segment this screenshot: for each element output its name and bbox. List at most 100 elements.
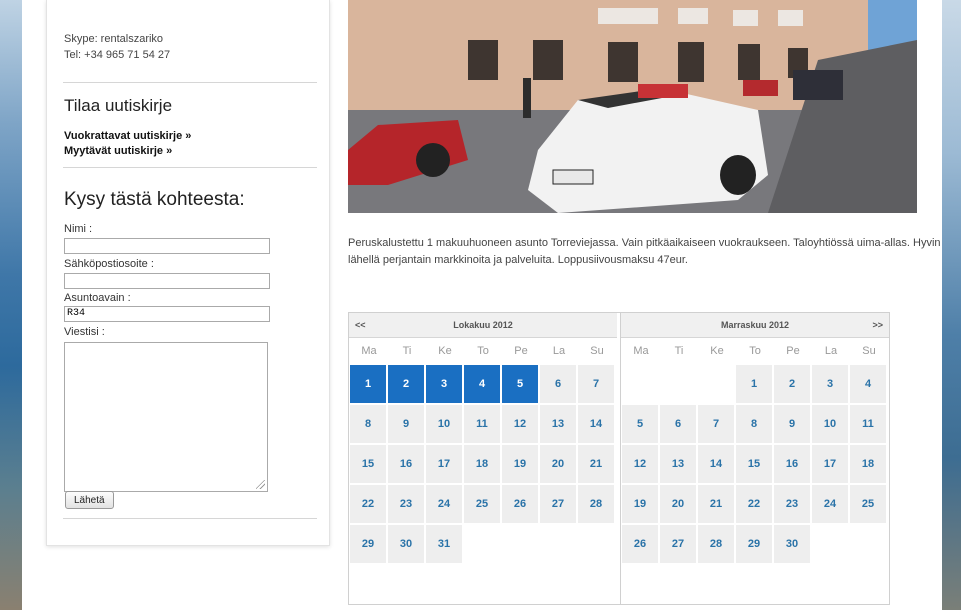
inquiry-title: Kysy tästä kohteesta: <box>64 189 245 210</box>
calendar-day[interactable]: 24 <box>812 485 848 523</box>
calendar-day[interactable]: 28 <box>698 525 734 563</box>
calendar-day[interactable]: 23 <box>388 485 424 523</box>
calendar-day[interactable]: 24 <box>426 485 462 523</box>
contact-info: Skype: rentalszariko Tel: +34 965 71 54 … <box>64 31 170 63</box>
calendar-day[interactable]: 30 <box>774 525 810 563</box>
calendar-day[interactable]: 29 <box>350 525 386 563</box>
calendar-day[interactable]: 15 <box>736 445 772 483</box>
name-label: Nimi : <box>64 223 93 235</box>
submit-button[interactable]: Lähetä <box>65 491 114 509</box>
weekday-label: Pe <box>514 345 528 357</box>
calendar-day[interactable]: 14 <box>698 445 734 483</box>
calendar-day[interactable]: 22 <box>736 485 772 523</box>
calendar-day[interactable]: 10 <box>426 405 462 443</box>
calendar-day[interactable]: 19 <box>502 445 538 483</box>
calendar-month-october: << Lokakuu 2012 Ma Ti Ke To Pe La Su 123… <box>349 313 617 604</box>
calendar-day[interactable]: 4 <box>850 365 886 403</box>
weekday-label: Ke <box>710 345 724 357</box>
phone-text: Tel: +34 965 71 54 27 <box>64 49 171 61</box>
calendar-day[interactable]: 11 <box>464 405 500 443</box>
calendar-day[interactable]: 27 <box>660 525 696 563</box>
weekday-label: Ti <box>402 345 412 357</box>
calendar-day[interactable]: 11 <box>850 405 886 443</box>
calendar-day[interactable]: 5 <box>622 405 658 443</box>
calendar-day[interactable]: 2 <box>774 365 810 403</box>
calendar-day-booked[interactable]: 1 <box>350 365 386 403</box>
weekday-label: Ti <box>674 345 684 357</box>
calendar-day[interactable]: 14 <box>578 405 614 443</box>
calendar-day[interactable]: 21 <box>578 445 614 483</box>
calendar-day[interactable]: 6 <box>540 365 576 403</box>
calendar-day[interactable]: 12 <box>622 445 658 483</box>
email-input[interactable] <box>64 273 270 289</box>
resize-grip-icon[interactable] <box>256 480 265 489</box>
weekday-row: Ma Ti Ke To Pe La Su <box>349 337 617 365</box>
calendar-day[interactable]: 15 <box>350 445 386 483</box>
calendar-day[interactable]: 22 <box>350 485 386 523</box>
weekday-label: To <box>477 345 489 357</box>
calendar-day[interactable]: 10 <box>812 405 848 443</box>
rental-newsletter-link[interactable]: Vuokrattavat uutiskirje » <box>64 129 191 144</box>
calendar-day[interactable]: 13 <box>660 445 696 483</box>
calendar-day[interactable]: 13 <box>540 405 576 443</box>
calendar-day[interactable]: 16 <box>388 445 424 483</box>
newsletter-links: Vuokrattavat uutiskirje » Myytävät uutis… <box>64 129 191 159</box>
calendar-day[interactable]: 19 <box>622 485 658 523</box>
street-photo-graphic <box>348 0 917 213</box>
calendar-day[interactable]: 17 <box>426 445 462 483</box>
month-header: << Lokakuu 2012 <box>349 313 617 338</box>
calendar-day[interactable]: 26 <box>502 485 538 523</box>
calendar-day[interactable]: 26 <box>622 525 658 563</box>
weekday-label: Ma <box>361 345 377 357</box>
sidebar: Skype: rentalszariko Tel: +34 965 71 54 … <box>46 0 330 546</box>
calendar-day[interactable]: 17 <box>812 445 848 483</box>
message-label: Viestisi : <box>64 326 105 338</box>
name-input[interactable] <box>64 238 270 254</box>
calendar-day[interactable]: 12 <box>502 405 538 443</box>
divider <box>63 82 317 83</box>
calendar-day[interactable]: 9 <box>774 405 810 443</box>
calendar-day[interactable]: 8 <box>736 405 772 443</box>
property-key-input[interactable] <box>64 306 270 322</box>
calendar-day[interactable]: 16 <box>774 445 810 483</box>
weekday-label: La <box>824 345 838 357</box>
month-title: Lokakuu 2012 <box>453 320 513 330</box>
calendar-day[interactable]: 3 <box>812 365 848 403</box>
background-strip-left <box>0 0 22 610</box>
calendar-day[interactable]: 7 <box>578 365 614 403</box>
property-key-label: Asuntoavain : <box>64 292 131 304</box>
calendar-day[interactable]: 29 <box>736 525 772 563</box>
calendar-day[interactable]: 25 <box>850 485 886 523</box>
newsletter-title: Tilaa uutiskirje <box>64 96 173 115</box>
calendar-day-booked[interactable]: 4 <box>464 365 500 403</box>
calendar-day[interactable]: 8 <box>350 405 386 443</box>
next-month-button[interactable]: >> <box>872 313 883 337</box>
calendar-day[interactable]: 27 <box>540 485 576 523</box>
calendar-day[interactable]: 31 <box>426 525 462 563</box>
calendar-day[interactable]: 18 <box>464 445 500 483</box>
calendar-day[interactable]: 21 <box>698 485 734 523</box>
email-label: Sähköpostiosoite : <box>64 258 154 270</box>
calendar-day[interactable]: 25 <box>464 485 500 523</box>
weekday-label: Pe <box>786 345 800 357</box>
sale-newsletter-link[interactable]: Myytävät uutiskirje » <box>64 144 191 159</box>
calendar-month-november: Marraskuu 2012 >> Ma Ti Ke To Pe La Su 1… <box>620 313 889 604</box>
calendar-day[interactable]: 6 <box>660 405 696 443</box>
property-description: Peruskalustettu 1 makuuhuoneen asunto To… <box>348 237 941 266</box>
calendar-day[interactable]: 18 <box>850 445 886 483</box>
weekday-row: Ma Ti Ke To Pe La Su <box>621 337 889 365</box>
calendar-day[interactable]: 30 <box>388 525 424 563</box>
availability-calendar: << Lokakuu 2012 Ma Ti Ke To Pe La Su 123… <box>348 312 890 605</box>
calendar-day[interactable]: 7 <box>698 405 734 443</box>
calendar-day[interactable]: 23 <box>774 485 810 523</box>
message-textarea[interactable] <box>64 342 268 492</box>
calendar-day[interactable]: 20 <box>540 445 576 483</box>
calendar-day[interactable]: 9 <box>388 405 424 443</box>
calendar-day-booked[interactable]: 3 <box>426 365 462 403</box>
background-strip-right <box>942 0 961 610</box>
calendar-day[interactable]: 1 <box>736 365 772 403</box>
calendar-day[interactable]: 20 <box>660 485 696 523</box>
calendar-day[interactable]: 28 <box>578 485 614 523</box>
calendar-day-booked[interactable]: 5 <box>502 365 538 403</box>
calendar-day-booked[interactable]: 2 <box>388 365 424 403</box>
